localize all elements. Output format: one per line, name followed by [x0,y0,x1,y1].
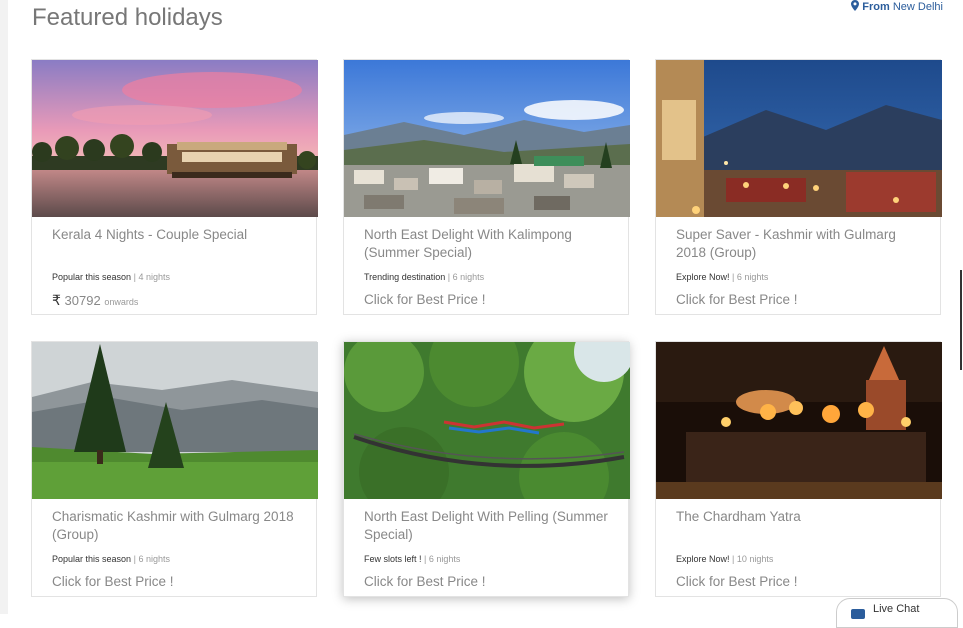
location-pin-icon [851,0,860,14]
card-title[interactable]: Super Saver - Kashmir with Gulmarg 2018 … [676,226,926,262]
card-tag: Trending destination [364,272,446,282]
holiday-card[interactable]: Charismatic Kashmir with Gulmarg 2018 (G… [31,341,318,597]
best-price-link[interactable]: Click for Best Price ! [364,292,486,307]
card-duration: 6 nights [452,272,485,282]
meta-separator: | [133,272,136,282]
meta-separator: | [424,554,427,564]
ganga-aarti-image[interactable] [656,342,942,499]
price-suffix: onwards [104,297,139,307]
card-price: ₹ 30792 onwards [52,292,138,309]
holiday-card[interactable]: The Chardham Yatra Explore Now! | 10 nig… [655,341,942,597]
best-price-link[interactable]: Click for Best Price ! [364,574,486,589]
card-meta: Explore Now! | 6 nights [676,272,768,282]
card-tag: Few slots left ! [364,554,422,564]
houseboat-sunset-image[interactable] [32,60,318,217]
meta-separator: | [732,272,735,282]
meta-separator: | [447,272,451,282]
kashmir-meadow-image[interactable] [32,342,318,499]
card-duration: 4 nights [138,272,170,282]
card-title[interactable]: North East Delight With Pelling (Summer … [364,508,614,544]
chat-icon [851,609,865,619]
card-title[interactable]: Charismatic Kashmir with Gulmarg 2018 (G… [52,508,302,544]
night-terrace-image[interactable] [656,60,942,217]
holiday-card[interactable]: Super Saver - Kashmir with Gulmarg 2018 … [655,59,942,315]
best-price-link[interactable]: Click for Best Price ! [676,292,798,307]
card-title[interactable]: North East Delight With Kalimpong (Summe… [364,226,614,262]
card-meta: Popular this season | 4 nights [52,272,170,282]
hill-town-image[interactable] [344,60,630,217]
card-tag: Explore Now! [676,554,730,564]
card-title[interactable]: The Chardham Yatra [676,508,926,526]
live-chat-button[interactable]: Live Chat [836,598,958,628]
best-price-link[interactable]: Click for Best Price ! [52,574,174,589]
best-price-link[interactable]: Click for Best Price ! [676,574,798,589]
card-duration: 6 nights [138,554,170,564]
card-meta: Popular this season | 6 nights [52,554,170,564]
holiday-card[interactable]: North East Delight With Kalimpong (Summe… [343,59,630,315]
card-meta: Trending destination | 6 nights [364,272,484,282]
holiday-card[interactable]: Kerala 4 Nights - Couple Special Popular… [31,59,318,315]
holiday-card[interactable]: North East Delight With Pelling (Summer … [343,341,630,597]
from-label: From [862,1,890,13]
currency-symbol: ₹ [52,292,61,308]
card-duration: 6 nights [736,272,769,282]
card-duration: 6 nights [428,554,461,564]
suspension-bridge-image[interactable] [344,342,630,499]
page-title: Featured holidays [32,4,223,31]
card-meta: Few slots left ! | 6 nights [364,554,460,564]
card-title[interactable]: Kerala 4 Nights - Couple Special [52,226,302,244]
from-city: New Delhi [892,1,943,13]
card-tag: Explore Now! [676,272,730,282]
meta-separator: | [732,554,735,564]
card-duration: 10 nights [736,554,774,564]
meta-separator: | [133,554,136,564]
card-tag: Popular this season [52,554,132,564]
price-value: 30792 [64,293,101,308]
origin-city-selector[interactable]: From New Delhi [851,0,943,14]
left-edge-strip [0,0,8,614]
card-meta: Explore Now! | 10 nights [676,554,773,564]
live-chat-label: Live Chat [873,603,920,615]
card-tag: Popular this season [52,272,132,282]
scrollbar-thumb[interactable] [960,270,962,370]
